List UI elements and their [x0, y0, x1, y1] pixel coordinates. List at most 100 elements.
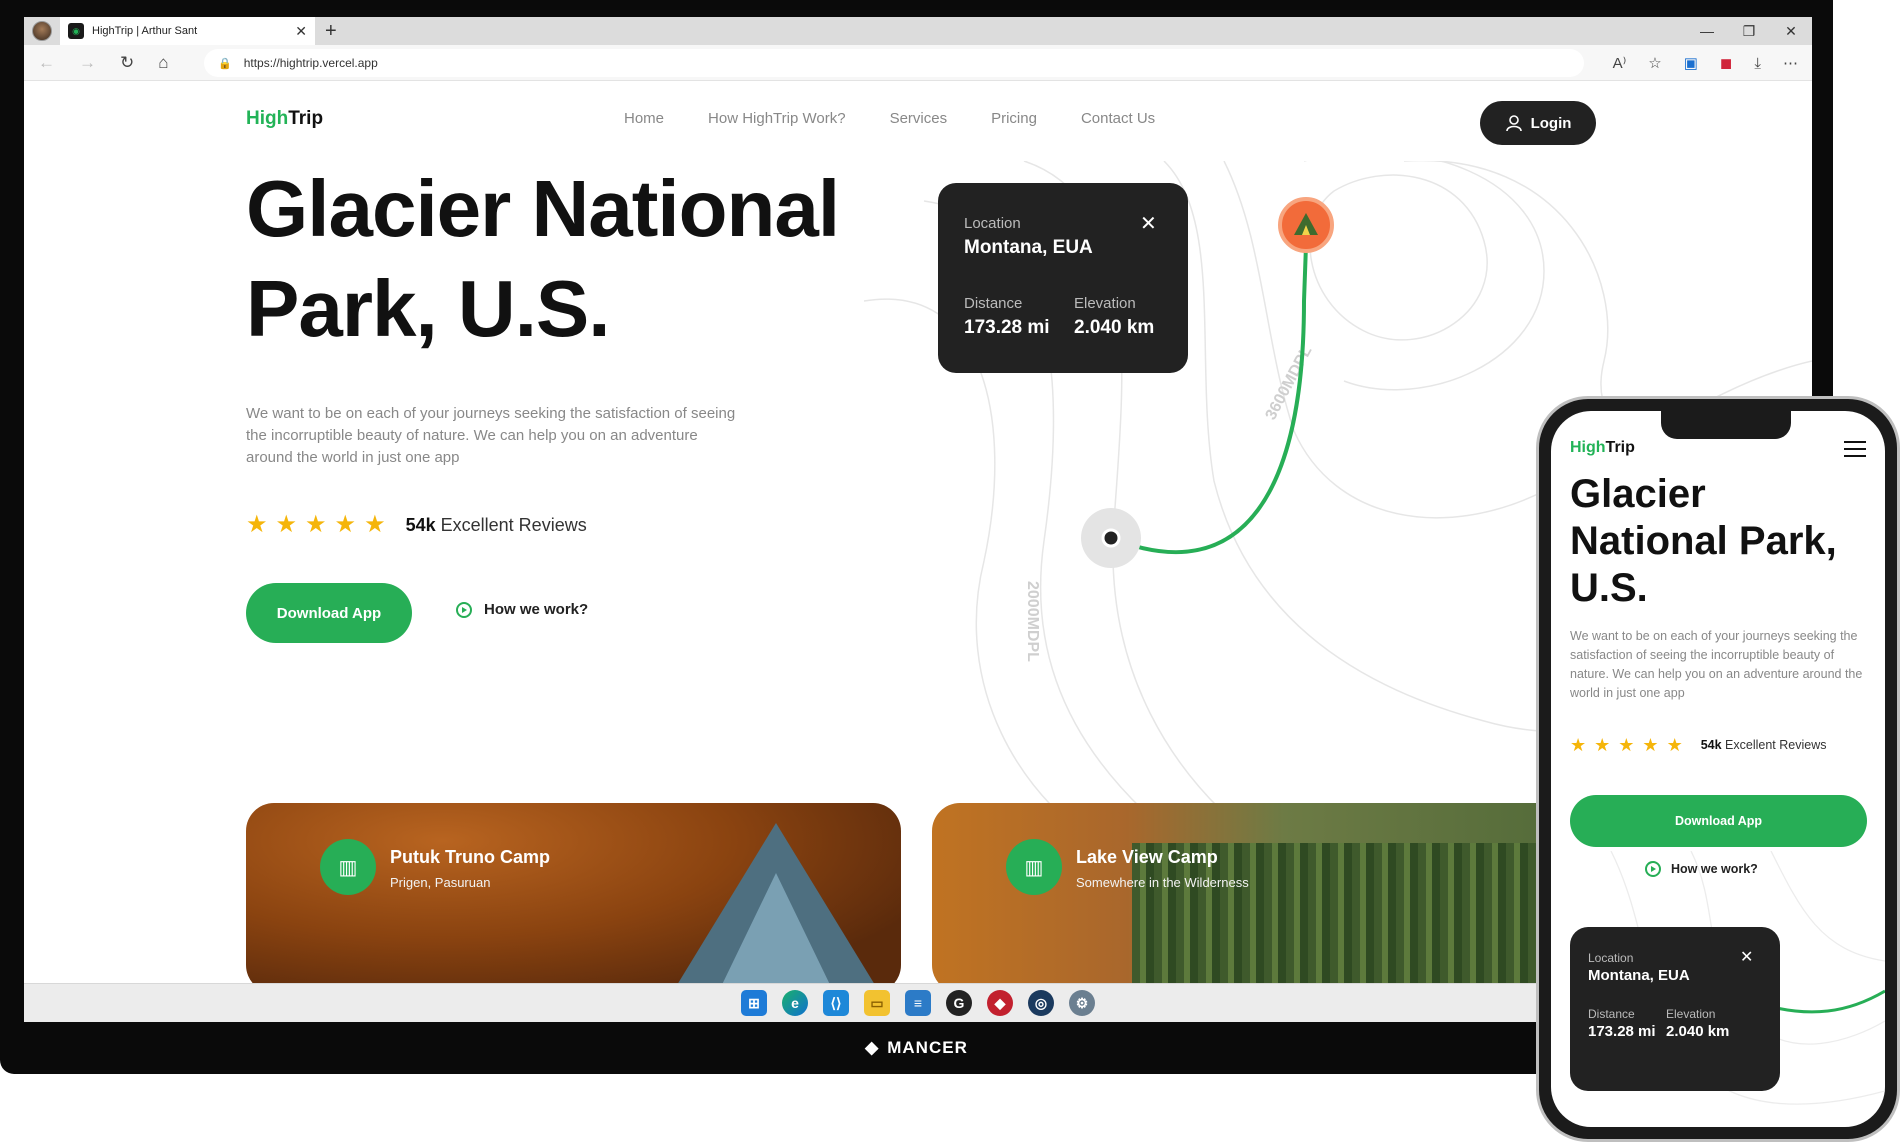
- reviews-label: Excellent Reviews: [1725, 738, 1827, 752]
- mobile-download-app-button[interactable]: Download App: [1570, 795, 1867, 847]
- tab-favicon-icon: ◉: [68, 23, 84, 39]
- monitor-brand-text: MANCER: [887, 1038, 968, 1057]
- star-icon: ★: [246, 511, 268, 538]
- reviews-text: 54k Excellent Reviews: [406, 515, 587, 536]
- refresh-icon[interactable]: ↻: [120, 53, 134, 73]
- location-value: Montana, EUA: [1588, 967, 1690, 984]
- nav-contact[interactable]: Contact Us: [1081, 110, 1155, 127]
- star-icon: ★: [1594, 735, 1611, 755]
- url-text: https://hightrip.vercel.app: [243, 56, 378, 70]
- download-app-button[interactable]: Download App: [246, 583, 412, 643]
- more-menu-icon[interactable]: ⋯: [1783, 54, 1798, 72]
- back-icon[interactable]: ←: [38, 53, 55, 73]
- edge-icon[interactable]: e: [782, 990, 808, 1016]
- notepad-icon[interactable]: ≡: [905, 990, 931, 1016]
- logo-highlight: High: [1570, 439, 1606, 456]
- browser-tab[interactable]: ◉ HighTrip | Arthur Sant ✕: [60, 17, 315, 45]
- hero-title: Glacier National Park, U.S.: [246, 159, 946, 359]
- mobile-hero-title: Glacier National Park, U.S.: [1570, 472, 1837, 610]
- tab-title: HighTrip | Arthur Sant: [92, 25, 198, 37]
- github-desktop-icon[interactable]: G: [946, 990, 972, 1016]
- steam-icon[interactable]: ◎: [1028, 990, 1054, 1016]
- vscode-icon[interactable]: ⟨⟩: [823, 990, 849, 1016]
- logo-rest: Trip: [1605, 439, 1635, 456]
- windows-icon[interactable]: ⊞: [741, 990, 767, 1016]
- home-icon[interactable]: ⌂: [158, 53, 168, 73]
- close-icon[interactable]: ✕: [1740, 947, 1753, 967]
- mobile-rating: ★ ★ ★ ★ ★ 54k Excellent Reviews: [1570, 733, 1826, 757]
- mobile-site-logo[interactable]: HighTrip: [1570, 439, 1635, 457]
- close-icon[interactable]: ✕: [1140, 211, 1157, 236]
- mancer-logo-icon: ◆: [865, 1038, 880, 1057]
- star-icon: ★: [364, 511, 386, 538]
- login-button[interactable]: Login: [1480, 101, 1596, 145]
- main-nav: Home How HighTrip Work? Services Pricing…: [624, 110, 1155, 127]
- star-icon: ★: [275, 511, 298, 538]
- camp-card[interactable]: ▥ Putuk Truno Camp Prigen, Pasuruan: [246, 803, 901, 983]
- nav-services[interactable]: Services: [890, 110, 948, 127]
- download-icon[interactable]: ⤓: [1754, 55, 1761, 72]
- nav-home[interactable]: Home: [624, 110, 664, 127]
- brave-icon[interactable]: ◆: [987, 990, 1013, 1016]
- location-value: Montana, EUA: [964, 237, 1093, 258]
- how-we-work-link[interactable]: How we work?: [456, 601, 588, 618]
- reviews-count: 54k: [1700, 738, 1722, 752]
- star-icon: ★: [305, 511, 327, 538]
- play-icon: [1645, 861, 1661, 877]
- play-icon: [456, 601, 472, 618]
- elevation-value: 2.040 km: [1666, 1023, 1730, 1040]
- elevation-label: Elevation: [1074, 295, 1136, 312]
- new-tab-button[interactable]: +: [325, 20, 337, 43]
- screenshot-icon[interactable]: ▣: [1684, 54, 1698, 72]
- settings-icon[interactable]: ⚙: [1069, 990, 1095, 1016]
- read-aloud-icon[interactable]: A⁾: [1613, 54, 1627, 72]
- profile-avatar[interactable]: [32, 21, 52, 41]
- mobile-location-card: Location Montana, EUA ✕ Distance 173.28 …: [1570, 927, 1780, 1091]
- extension-icon[interactable]: ◼: [1720, 54, 1732, 72]
- mobile-how-we-work-link[interactable]: How we work?: [1645, 861, 1758, 877]
- camp-name: Putuk Truno Camp: [390, 847, 551, 867]
- map-icon: ▥: [1006, 839, 1062, 895]
- contour-label: 3600MDPL: [1263, 343, 1316, 423]
- camp-name: Lake View Camp: [1076, 847, 1218, 867]
- star-icon: ★: [1570, 735, 1587, 755]
- browser-tab-bar: ◉ HighTrip | Arthur Sant ✕ + — ❐ ✕: [24, 17, 1812, 45]
- address-bar[interactable]: 🔒 https://hightrip.vercel.app: [204, 49, 1584, 77]
- camp-place: Somewhere in the Wilderness: [1076, 875, 1249, 890]
- distance-label: Distance: [1588, 1007, 1635, 1021]
- location-label: Location: [1588, 951, 1634, 965]
- reviews-count: 54k: [405, 514, 436, 535]
- map-icon: ▥: [320, 839, 376, 895]
- site-logo[interactable]: HighTrip: [246, 108, 323, 130]
- lock-icon[interactable]: 🔒: [218, 57, 232, 70]
- login-label: Login: [1530, 114, 1572, 132]
- distance-value: 173.28 mi: [964, 317, 1050, 338]
- hero-title-line1: Glacier National: [246, 164, 840, 253]
- reviews-label: Excellent Reviews: [440, 514, 587, 535]
- mobile-hero-description: We want to be on each of your journeys s…: [1570, 629, 1863, 700]
- nav-pricing[interactable]: Pricing: [991, 110, 1037, 127]
- user-icon: [1505, 115, 1522, 132]
- file-explorer-icon[interactable]: ▭: [864, 990, 890, 1016]
- hamburger-menu-icon[interactable]: [1844, 441, 1866, 457]
- hero-title-line2: Park, U.S.: [246, 264, 611, 353]
- restore-icon[interactable]: ❐: [1728, 23, 1770, 40]
- minimize-icon[interactable]: —: [1686, 23, 1728, 39]
- forest-view: [718, 873, 834, 983]
- reviews-text: 54k Excellent Reviews: [1701, 738, 1827, 752]
- star-icon: ★: [334, 511, 357, 538]
- window-controls: — ❐ ✕: [1686, 17, 1812, 45]
- browser-toolbar: ← → ↻ ⌂ 🔒 https://hightrip.vercel.app A⁾…: [24, 45, 1812, 81]
- phone-notch: [1661, 411, 1791, 439]
- star-icon: ★: [1618, 735, 1635, 755]
- start-point-marker[interactable]: [1101, 528, 1121, 548]
- favorite-star-icon[interactable]: ☆: [1648, 54, 1661, 72]
- forward-icon[interactable]: →: [79, 53, 96, 73]
- logo-highlight: High: [246, 108, 289, 129]
- distance-value: 173.28 mi: [1588, 1023, 1656, 1040]
- close-window-icon[interactable]: ✕: [1770, 23, 1812, 40]
- nav-how-it-works[interactable]: How HighTrip Work?: [708, 110, 846, 127]
- rating: ★ ★ ★ ★ ★ 54k Excellent Reviews: [246, 513, 587, 537]
- tab-close-icon[interactable]: ✕: [295, 23, 307, 40]
- location-card: Location Montana, EUA ✕ Distance 173.28 …: [938, 183, 1188, 373]
